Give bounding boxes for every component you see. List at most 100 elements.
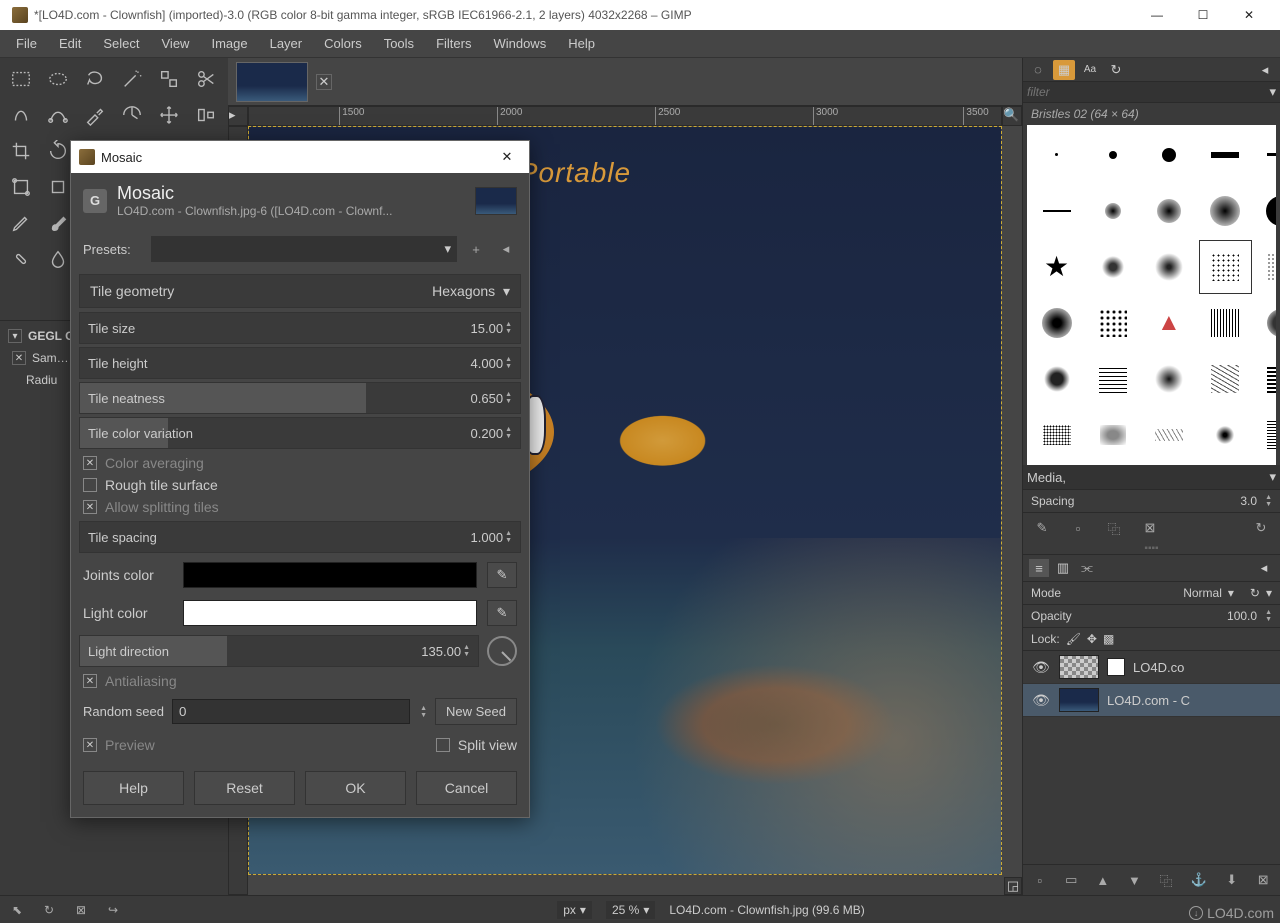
dock-menu-icon[interactable]: ◂ [1254,60,1276,80]
brush-item[interactable] [1198,352,1253,407]
lasso-tool[interactable] [78,62,112,96]
unit-select[interactable]: px▾ [557,901,592,919]
lock-alpha-icon[interactable]: ▩ [1103,632,1114,646]
minimize-button[interactable]: — [1134,0,1180,30]
tile-size-slider[interactable]: Tile size 15.00 ▲▼ [79,312,521,344]
chevron-down-icon[interactable]: ▾ [1269,469,1276,485]
chevron-down-icon[interactable]: ▾ [1269,84,1276,100]
eyedropper-icon[interactable]: ✎ [487,600,517,626]
wand-tool[interactable] [115,62,149,96]
pointer-icon[interactable]: ⬉ [8,901,26,919]
duplicate-brush-icon[interactable]: ⿻ [1105,519,1123,537]
light-direction-slider[interactable]: Light direction 135.00 ▲▼ [79,635,479,667]
menu-layer[interactable]: Layer [260,32,313,55]
brush-item[interactable] [1198,239,1253,294]
merge-layer-icon[interactable]: ⬇ [1225,871,1239,889]
brush-item[interactable] [1254,183,1276,238]
filter-input[interactable] [1027,85,1269,99]
lock-position-icon[interactable]: ✥ [1087,632,1097,646]
brush-item[interactable] [1029,352,1084,407]
menu-view[interactable]: View [152,32,200,55]
antialiasing-checkbox[interactable] [83,674,97,688]
undo-history-icon[interactable]: ↻ [40,901,58,919]
spinner-icon[interactable]: ▲▼ [420,705,427,719]
ruler-corner[interactable]: ▸ [228,106,248,126]
new-brush-icon[interactable]: ▫ [1069,519,1087,537]
presets-select[interactable]: ▾ [151,236,457,262]
brush-item[interactable] [1254,127,1276,182]
random-seed-input[interactable] [172,699,410,724]
heal-tool[interactable] [4,242,38,276]
history-tab-icon[interactable]: ↻ [1105,60,1127,80]
redo-icon[interactable]: ↪ [104,901,122,919]
brush-item[interactable] [1198,296,1253,351]
brush-item[interactable] [1085,127,1140,182]
preview-checkbox[interactable] [83,738,97,752]
layer-row[interactable]: 👁 LO4D.co [1023,651,1280,684]
layers-tab-icon[interactable]: ≡ [1029,559,1049,577]
layer-name[interactable]: LO4D.com - C [1107,693,1190,708]
layer-row[interactable]: 👁 LO4D.com - C [1023,684,1280,717]
menu-image[interactable]: Image [201,32,257,55]
brush-item[interactable] [1254,408,1276,463]
menu-edit[interactable]: Edit [49,32,91,55]
spinner-icon[interactable]: ▲▼ [505,391,512,405]
mode-select[interactable]: Mode Normal ▾ ↻ ▾ [1023,581,1280,604]
crop-tool[interactable] [4,134,38,168]
patterns-tab-icon[interactable]: ▦ [1053,60,1075,80]
spacing-slider[interactable]: Spacing 3.0 ▲▼ [1023,489,1280,512]
brush-item[interactable] [1085,352,1140,407]
color-picker-tool[interactable] [78,98,112,132]
brush-item[interactable] [1254,239,1276,294]
cancel-icon[interactable]: ⊠ [72,901,90,919]
measure-tool[interactable] [115,98,149,132]
new-layer-icon[interactable]: ▫ [1033,871,1047,889]
joints-color-swatch[interactable] [183,562,477,588]
layer-group-icon[interactable]: ▭ [1065,871,1079,889]
tile-spacing-slider[interactable]: Tile spacing 1.000 ▲▼ [79,521,521,553]
light-color-swatch[interactable] [183,600,477,626]
brush-item[interactable] [1141,352,1196,407]
dock-close-icon[interactable]: ▾ [8,329,22,343]
lower-layer-icon[interactable]: ▼ [1128,871,1142,889]
align-tool[interactable] [189,98,223,132]
spinner-icon[interactable]: ▲▼ [505,356,512,370]
refresh-brush-icon[interactable]: ↻ [1252,519,1270,537]
brush-item[interactable] [1141,183,1196,238]
pencil-tool[interactable] [4,206,38,240]
menu-tools[interactable]: Tools [374,32,424,55]
spinner-icon[interactable]: ▲▼ [505,426,512,440]
menu-help[interactable]: Help [558,32,605,55]
maximize-button[interactable]: ☐ [1180,0,1226,30]
spinner-icon[interactable]: ▲▼ [1265,609,1272,623]
color-averaging-checkbox[interactable] [83,456,97,470]
visibility-icon[interactable]: 👁 [1031,692,1051,709]
eyedropper-icon[interactable]: ✎ [487,562,517,588]
opacity-slider[interactable]: Opacity 100.0 ▲▼ [1023,604,1280,627]
cancel-button[interactable]: Cancel [416,771,517,805]
spinner-icon[interactable]: ▲▼ [505,530,512,544]
paths-tab-icon[interactable]: ⫘ [1077,559,1097,577]
move-tool[interactable] [152,98,186,132]
window-close-button[interactable]: ✕ [1226,0,1272,30]
spinner-icon[interactable]: ▲▼ [505,321,512,335]
spinner-icon[interactable]: ▲▼ [1265,494,1272,508]
raise-layer-icon[interactable]: ▲ [1096,871,1110,889]
brush-item[interactable] [1198,183,1253,238]
brush-item[interactable] [1254,296,1276,351]
foreground-tool[interactable] [4,98,38,132]
brush-item[interactable] [1198,127,1253,182]
tab-close-icon[interactable]: ✕ [316,74,332,90]
dialog-close-icon[interactable]: ✕ [493,149,521,165]
zoom-fit-icon[interactable]: 🔍 [1002,106,1022,126]
reset-button[interactable]: Reset [194,771,295,805]
brush-item[interactable] [1085,239,1140,294]
lock-pixels-icon[interactable]: 🖌 [1066,632,1081,646]
brush-item[interactable] [1141,408,1196,463]
brush-set-label[interactable]: Media, [1027,470,1269,485]
anchor-layer-icon[interactable]: ⚓ [1191,871,1207,889]
brush-item[interactable] [1254,352,1276,407]
brush-item[interactable] [1085,296,1140,351]
brush-item[interactable] [1029,183,1084,238]
spinner-icon[interactable]: ▲▼ [463,644,470,658]
